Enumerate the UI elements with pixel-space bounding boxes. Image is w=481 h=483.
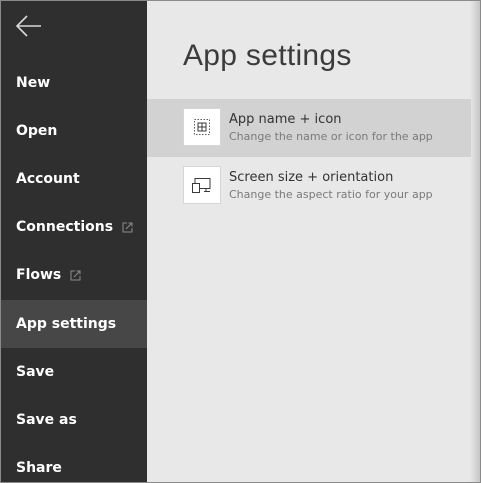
sidebar-item-label: Save as: [16, 412, 77, 428]
arrow-left-icon: [15, 15, 41, 37]
sidebar-item-save[interactable]: Save: [1, 348, 147, 396]
sidebar-item-label: Flows: [16, 267, 62, 283]
sidebar: New Open Account Connections Flows App s…: [1, 1, 147, 482]
external-link-icon: [122, 222, 133, 232]
main-content: App settings App name + icon Change the …: [147, 1, 480, 482]
option-description: Change the aspect ratio for your app: [229, 188, 433, 201]
sidebar-item-label: Save: [16, 364, 55, 380]
sidebar-item-label: New: [16, 75, 51, 91]
sidebar-item-flows[interactable]: Flows: [1, 251, 147, 299]
external-link-icon: [70, 270, 81, 280]
sidebar-item-save-as[interactable]: Save as: [1, 396, 147, 444]
sidebar-item-open[interactable]: Open: [1, 107, 147, 155]
screen-size-orientation-option[interactable]: Screen size + orientation Change the asp…: [147, 157, 471, 215]
sidebar-item-new[interactable]: New: [1, 59, 147, 107]
sidebar-item-connections[interactable]: Connections: [1, 203, 147, 251]
sidebar-item-label: Connections: [16, 219, 114, 235]
sidebar-item-account[interactable]: Account: [1, 155, 147, 203]
sidebar-item-label: Open: [16, 123, 58, 139]
sidebar-item-label: Account: [16, 171, 80, 187]
option-title: Screen size + orientation: [229, 170, 394, 185]
sidebar-item-share[interactable]: Share: [1, 444, 147, 482]
screen-devices-icon: [183, 166, 221, 204]
sidebar-item-label: Share: [16, 460, 62, 476]
app-grid-icon: [183, 108, 221, 146]
sidebar-item-app-settings[interactable]: App settings: [1, 300, 147, 348]
option-description: Change the name or icon for the app: [229, 130, 433, 143]
back-button[interactable]: [13, 11, 45, 41]
page-title: App settings: [183, 39, 352, 72]
app-name-icon-option[interactable]: App name + icon Change the name or icon …: [147, 99, 471, 157]
option-title: App name + icon: [229, 112, 342, 127]
app-settings-window: New Open Account Connections Flows App s…: [0, 0, 481, 483]
sidebar-item-label: App settings: [16, 316, 117, 332]
